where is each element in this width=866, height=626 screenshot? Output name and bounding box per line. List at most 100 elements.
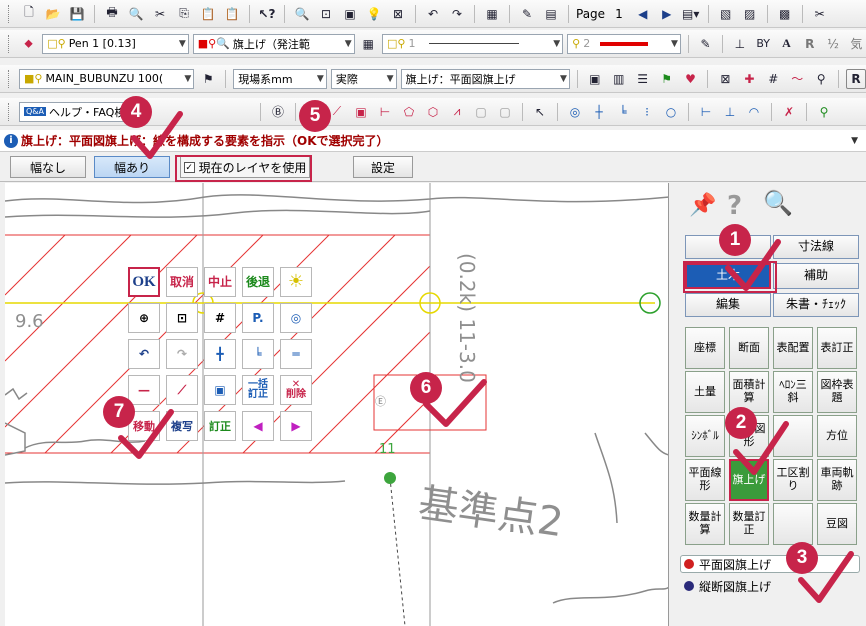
layer-settings-icon[interactable]: ▦ [359,34,378,54]
rect-icon[interactable]: ▣ [351,102,371,122]
table-correct-button[interactable]: 表訂正 [817,327,857,369]
print-preview-icon[interactable]: 🔍 [126,4,146,24]
drawing-select[interactable]: ■⚲ MAIN_BUBUNZU 100( ▼ [18,68,195,89]
quantity-calc-button[interactable]: 数量計算 [685,503,725,545]
snap-perp-icon[interactable]: ⊥ [720,102,740,122]
frame-icon[interactable]: ▢ [471,102,491,122]
align-icon[interactable]: ⊥ [730,34,749,54]
snap-center-icon[interactable]: ○ [661,102,681,122]
export-icon[interactable]: ▨ [740,4,760,24]
frame-title-button[interactable]: 図枠表題 [817,371,857,413]
toolbar-grip[interactable] [8,102,11,121]
zoom-icon[interactable]: ⊕ [128,303,160,333]
cross-snap-icon[interactable]: ╋ [204,339,236,369]
help-icon[interactable]: ? [727,191,742,221]
linetype-select[interactable]: □⚲ 1 ▼ [381,33,564,54]
snap-x-icon[interactable]: ✗ [779,102,799,122]
search-icon[interactable]: 🔍 [763,189,793,217]
snap-circle-icon[interactable]: ◎ [565,102,585,122]
tool-icon[interactable]: ✂ [810,4,830,24]
mini-map-button[interactable]: 豆図 [817,503,857,545]
ok-button[interactable]: OK [128,267,160,297]
vehicle-track-button[interactable]: 車両軌跡 [817,459,857,501]
page-next-icon[interactable]: ▶ [657,4,677,24]
tab-dimension[interactable]: 寸法線 [773,235,859,259]
tab-red-check[interactable]: 朱書・ﾁｪｯｸ [773,293,859,317]
stop-button[interactable]: 中止 [204,267,236,297]
point-snap-icon[interactable]: P. [242,303,274,333]
undo-icon[interactable]: ↶ [128,339,160,369]
help-cursor-icon[interactable]: ↖? [257,4,277,24]
property-icon[interactable]: ✎ [517,4,537,24]
bulk-correct-button[interactable]: 一括 訂正 [242,375,274,405]
paste-icon[interactable]: 📋 [198,4,218,24]
line-tool-icon[interactable]: — [128,375,160,405]
earthwork-button[interactable]: 土量 [685,371,725,413]
zoom-all-icon[interactable]: ▣ [340,4,360,24]
layer-select[interactable]: ■⚲🔍 旗上げ（発注範 ▼ [192,33,355,54]
frame2-icon[interactable]: ▢ [495,102,515,122]
edit-button[interactable]: 訂正 [204,411,236,441]
polygon-icon[interactable]: ⬠ [399,102,419,122]
eraser-icon[interactable]: ⬥ [19,34,38,54]
symbol-button[interactable]: ｼﾝﾎﾞﾙ [685,415,725,457]
toolbar-grip[interactable] [8,34,11,53]
frame-tool-icon[interactable]: ▣ [204,375,236,405]
list-icon[interactable]: ☰ [633,69,653,89]
snap-line-icon[interactable]: ⊢ [696,102,716,122]
print-icon[interactable]: 🖶 [102,4,122,24]
scale-select[interactable]: 実際 ▼ [330,68,397,89]
coord-button[interactable]: 座標 [685,327,725,369]
zoom-select-icon[interactable]: ⊠ [388,4,408,24]
perp-tool-icon[interactable]: ⟋ [166,375,198,405]
text-bold-icon[interactable]: A [777,34,796,54]
toolbar-grip[interactable] [8,4,11,23]
measure-icon[interactable]: ⊠ [715,69,735,89]
settings-button[interactable]: 設定 [353,156,413,178]
delete-button[interactable]: ✕ 削除 [280,375,312,405]
empty-button-2[interactable] [773,503,813,545]
page-prev-icon[interactable]: ◀ [633,4,653,24]
save-icon[interactable]: 💾 [67,4,87,24]
curve-icon[interactable]: 〜 [787,69,807,89]
polygon2-icon[interactable]: ⬡ [423,102,443,122]
snap-end-icon[interactable]: ╘ [613,102,633,122]
redo-icon[interactable]: ↷ [166,339,198,369]
heart-icon[interactable]: ♥ [681,69,701,89]
layer-color-icon[interactable]: ⚑ [657,69,677,89]
snap-icon[interactable]: ✚ [739,69,759,89]
cancel-button[interactable]: 取消 [166,267,198,297]
layer-manager-icon[interactable]: ▤ [541,4,561,24]
line-snap-icon[interactable]: ═ [280,339,312,369]
text-style-icon[interactable]: 気 [847,34,866,54]
page-menu-icon[interactable]: ▤▾ [681,4,701,24]
toolbar-grip[interactable] [8,69,11,88]
zoom-window-icon[interactable]: ⊡ [316,4,336,24]
status-dropdown-icon[interactable]: ▼ [851,136,858,146]
circle-snap-icon[interactable]: ◎ [280,303,312,333]
snap-arc-icon[interactable]: ◠ [744,102,764,122]
print-setup-icon[interactable]: ▧ [716,4,736,24]
window-tile-icon[interactable]: ▣ [585,69,605,89]
pen-select[interactable]: □⚲ Pen 1 [0.13] ▼ [42,33,189,54]
paste-special-icon[interactable]: 📋 [222,4,242,24]
color-select[interactable]: ⚲ 2 ▼ [567,33,681,54]
prev-arrow-icon[interactable]: ◀ [242,411,274,441]
bearing-button[interactable]: 方位 [817,415,857,457]
quantity-correct-button[interactable]: 数量訂正 [729,503,769,545]
snap-cross-icon[interactable]: ┼ [589,102,609,122]
table-icon[interactable]: ▥ [609,69,629,89]
text-r-icon[interactable]: R [800,34,819,54]
pin-icon[interactable]: 📌 [689,193,716,218]
open-file-icon[interactable]: 📂 [43,4,63,24]
copy-icon[interactable]: ⎘ [174,4,194,24]
undo-icon[interactable]: ↶ [423,4,443,24]
drawing-manager-icon[interactable]: ⚑ [198,69,218,89]
end-snap-icon[interactable]: ╘ [242,339,274,369]
tab-auxiliary[interactable]: 補助 [773,263,859,289]
bulb-icon[interactable]: 💡 [364,4,384,24]
plan-alignment-button[interactable]: 平面線形 [685,459,725,501]
grid-toggle-icon[interactable]: # [204,303,236,333]
zoom-icon[interactable]: 🔍 [292,4,312,24]
offset-icon[interactable]: ⊢ [375,102,395,122]
